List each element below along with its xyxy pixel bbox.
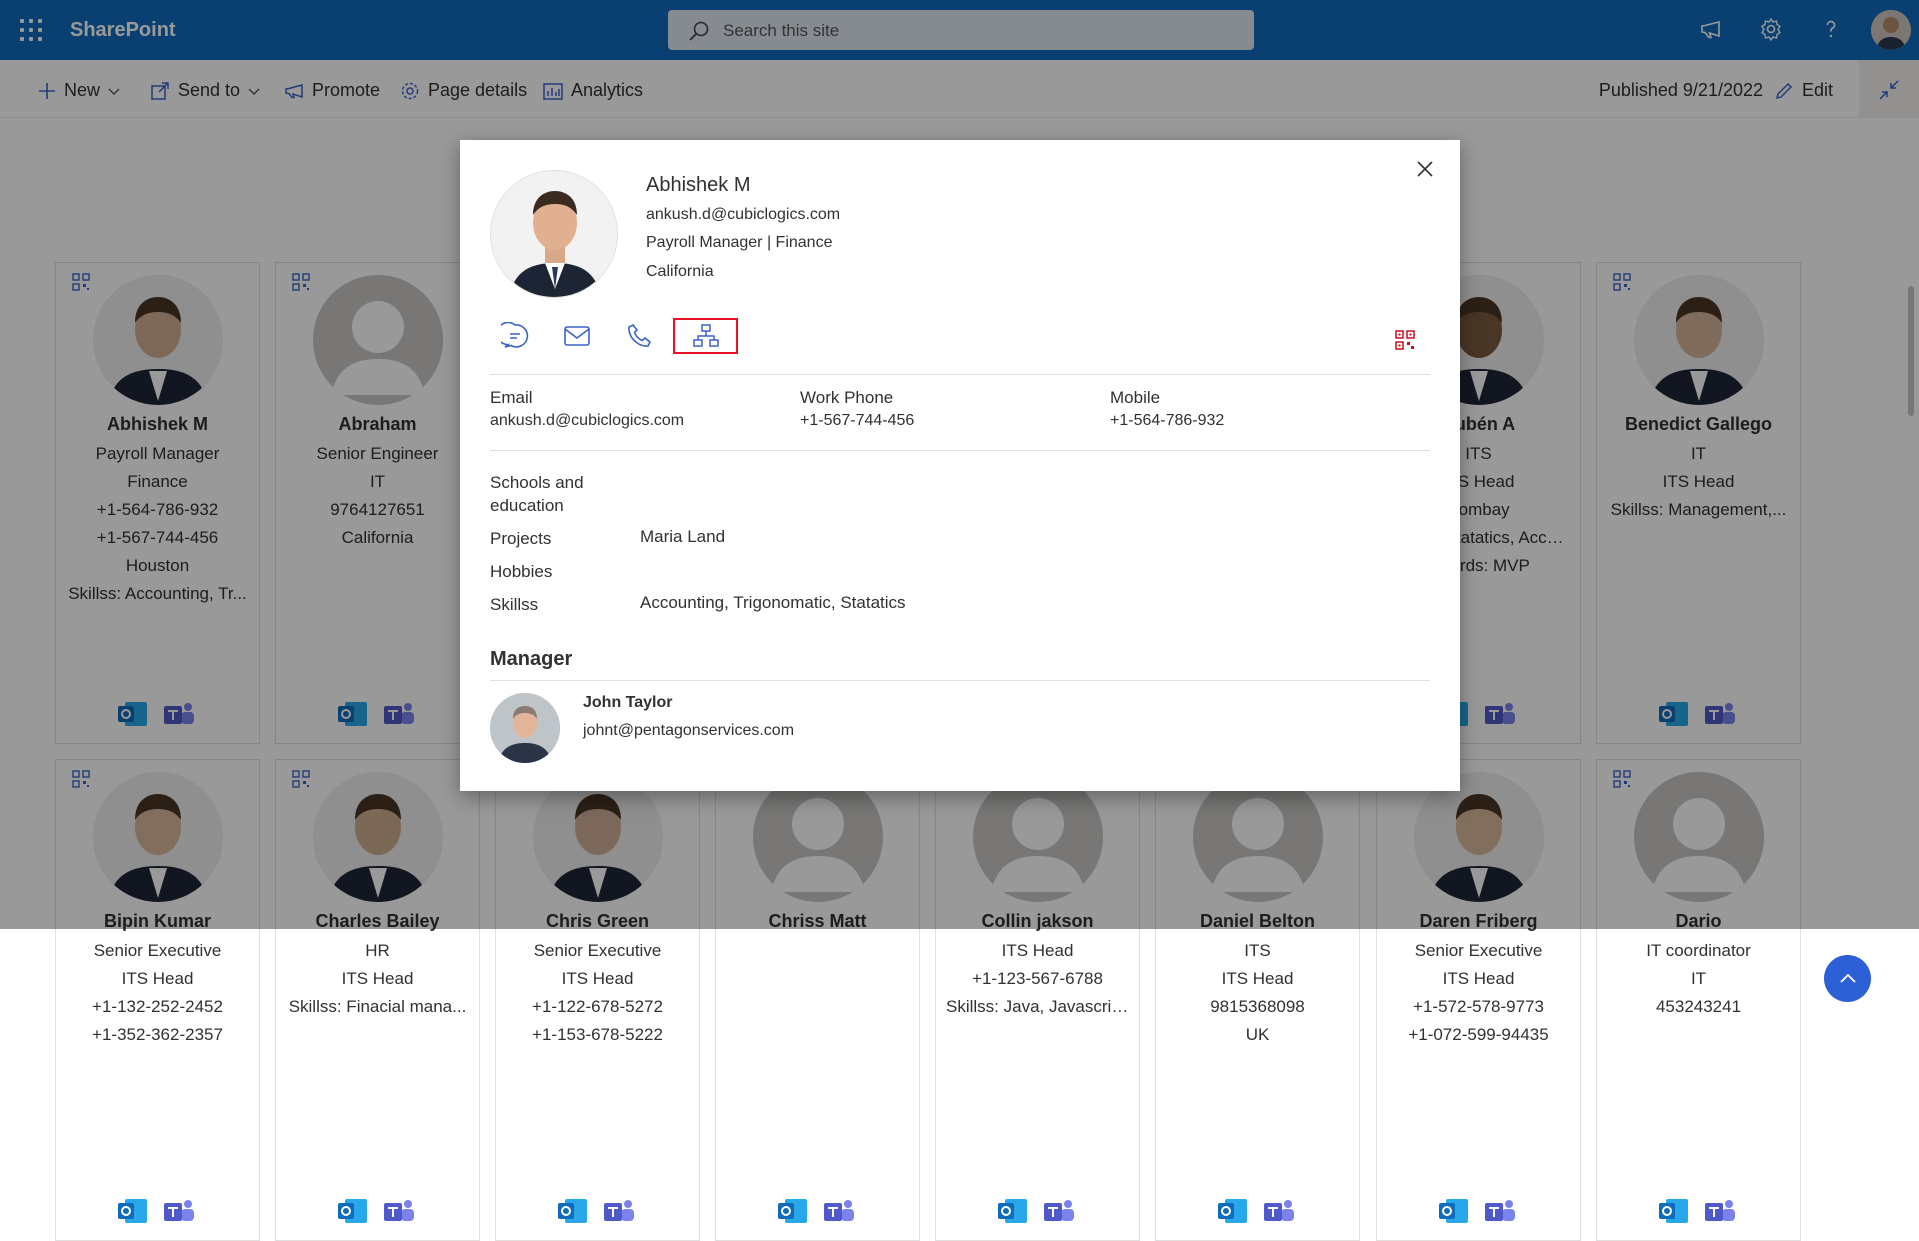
person-detail: 9815368098 <box>1210 997 1305 1016</box>
org-chart-button[interactable] <box>673 318 738 354</box>
field-work-phone-label: Work Phone <box>800 388 894 407</box>
person-details-dialog: Abhishek M ankush.d@cubiclogics.com Payr… <box>460 140 1460 791</box>
contact-actions <box>490 316 1415 360</box>
outlook-icon[interactable] <box>1658 1197 1690 1225</box>
manager-photo[interactable] <box>490 693 560 763</box>
person-detail: IT <box>1690 969 1707 988</box>
teams-icon[interactable] <box>1043 1197 1075 1225</box>
manager-email[interactable]: johnt@pentagonservices.com <box>583 722 794 740</box>
person-detail: Senior Executive <box>533 941 662 960</box>
chat-button[interactable] <box>490 316 540 356</box>
outlook-icon[interactable] <box>117 1197 149 1225</box>
person-title-department: Payroll Manager | Finance <box>646 234 833 251</box>
teams-icon[interactable] <box>1263 1197 1295 1225</box>
person-detail: Skillss: Java, Javascrip... <box>946 997 1135 1016</box>
field-email-label: Email <box>490 388 533 407</box>
person-location: California <box>646 263 714 280</box>
person-detail: +1-352-362-2357 <box>92 1025 223 1044</box>
chevron-up-icon <box>1839 973 1856 983</box>
person-detail: +1-123-567-6788 <box>972 969 1103 988</box>
person-detail: ITS Head <box>1001 941 1074 960</box>
person-detail: HR <box>365 941 390 960</box>
teams-icon[interactable] <box>163 1197 195 1225</box>
person-detail: Senior Executive <box>93 941 222 960</box>
outlook-icon[interactable] <box>557 1197 589 1225</box>
phone-icon <box>628 323 652 347</box>
teams-icon[interactable] <box>383 1197 415 1225</box>
close-icon[interactable] <box>1414 158 1436 180</box>
outlook-icon[interactable] <box>337 1197 369 1225</box>
field-work-phone-value[interactable]: +1-567-744-456 <box>800 412 914 430</box>
scroll-to-top-button[interactable] <box>1824 955 1871 1002</box>
email-button[interactable] <box>552 316 602 356</box>
person-detail: +1-132-252-2452 <box>92 997 223 1016</box>
outlook-icon[interactable] <box>1438 1197 1470 1225</box>
teams-icon[interactable] <box>1704 1197 1736 1225</box>
schools-label: Schools and education <box>490 473 584 515</box>
outlook-icon[interactable] <box>997 1197 1029 1225</box>
skills-value: Accounting, Trigonomatic, Statatics <box>640 593 906 612</box>
person-detail: Senior Executive <box>1414 941 1543 960</box>
person-detail: +1-122-678-5272 <box>532 997 663 1016</box>
person-detail: ITS Head <box>561 969 634 988</box>
chat-icon <box>501 322 529 348</box>
projects-value: Maria Land <box>640 527 726 546</box>
field-mobile-value[interactable]: +1-564-786-932 <box>1110 412 1224 430</box>
person-detail: Skillss: Finacial mana... <box>288 997 467 1016</box>
person-detail: 453243241 <box>1655 997 1742 1016</box>
teams-icon[interactable] <box>823 1197 855 1225</box>
person-detail: ITS Head <box>1442 969 1515 988</box>
field-email-value[interactable]: ankush.d@cubiclogics.com <box>490 412 684 430</box>
hobbies-label: Hobbies <box>490 562 553 581</box>
person-photo <box>490 170 618 298</box>
person-detail: ITS Head <box>1221 969 1294 988</box>
person-detail: +1-153-678-5222 <box>532 1025 663 1044</box>
qr-code-button[interactable] <box>1380 320 1430 360</box>
outlook-icon[interactable] <box>1217 1197 1249 1225</box>
person-detail: ITS Head <box>341 969 414 988</box>
qr-code-icon <box>1395 330 1415 350</box>
teams-icon[interactable] <box>603 1197 635 1225</box>
person-detail: +1-572-578-9773 <box>1413 997 1544 1016</box>
projects-label: Projects <box>490 529 552 548</box>
person-detail: IT coordinator <box>1646 941 1751 960</box>
person-name: Abhishek M <box>646 174 751 196</box>
mail-icon <box>564 326 590 346</box>
person-detail: UK <box>1245 1025 1270 1044</box>
person-detail: +1-072-599-94435 <box>1408 1025 1549 1044</box>
person-detail: ITS Head <box>121 969 194 988</box>
skills-label: Skillss <box>490 595 539 614</box>
divider <box>490 374 1430 375</box>
manager-heading: Manager <box>490 648 573 670</box>
teams-icon[interactable] <box>1484 1197 1516 1225</box>
outlook-icon[interactable] <box>777 1197 809 1225</box>
person-email: ankush.d@cubiclogics.com <box>646 206 841 223</box>
divider <box>490 680 1430 681</box>
call-button[interactable] <box>614 316 664 356</box>
manager-name[interactable]: John Taylor <box>583 694 673 712</box>
field-mobile-label: Mobile <box>1110 388 1161 407</box>
org-chart-icon <box>692 324 719 347</box>
divider <box>490 450 1430 451</box>
person-detail: ITS <box>1244 941 1271 960</box>
